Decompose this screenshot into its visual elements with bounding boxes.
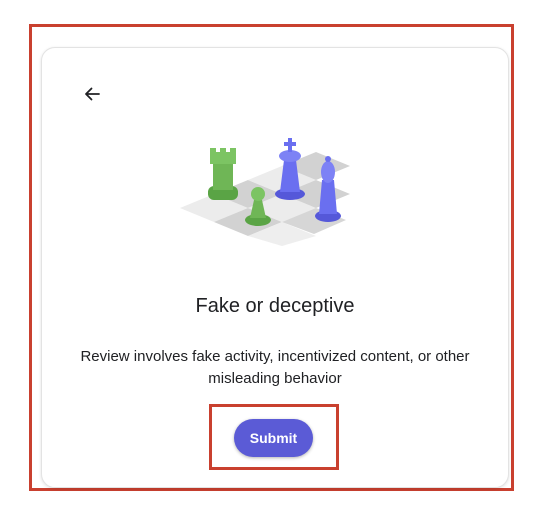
arrow-left-icon bbox=[85, 87, 100, 101]
submit-button[interactable]: Submit bbox=[234, 419, 313, 457]
dialog-title: Fake or deceptive bbox=[195, 295, 355, 317]
back-button[interactable] bbox=[78, 80, 106, 108]
chess-pieces-illustration bbox=[180, 138, 350, 246]
green-rook bbox=[208, 148, 238, 200]
dialog-description: Review involves fake activity, incentivi… bbox=[80, 348, 470, 387]
